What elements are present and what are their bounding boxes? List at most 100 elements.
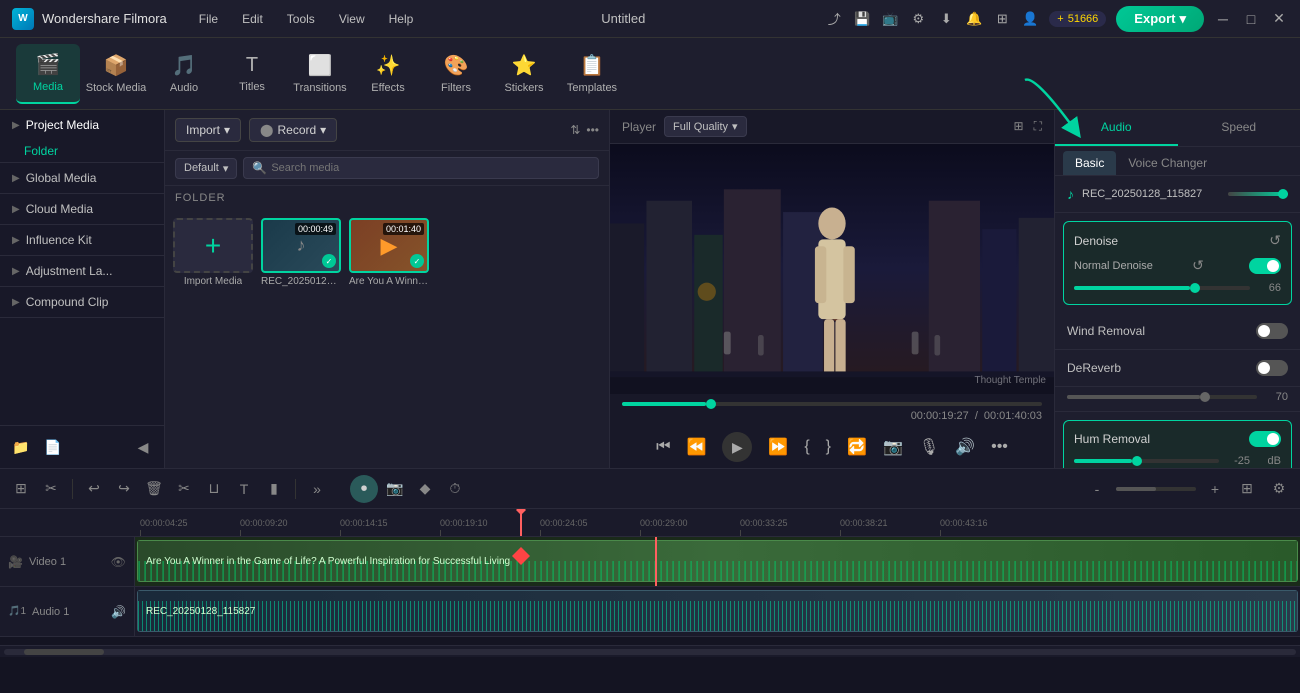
download-icon[interactable]: ⬇ — [937, 10, 955, 28]
record-button[interactable]: ⬤ Record ▾ — [249, 118, 337, 142]
timeline-more-icon[interactable]: » — [304, 476, 330, 502]
hum-removal-slider[interactable] — [1074, 459, 1219, 463]
denoise-slider[interactable] — [1074, 286, 1250, 290]
timeline-undo-icon[interactable]: ↩ — [81, 476, 107, 502]
toolbar-effects[interactable]: ✨ Effects — [356, 44, 420, 104]
folder-item[interactable]: Folder — [0, 140, 164, 162]
wind-removal-toggle[interactable] — [1256, 323, 1288, 339]
subtab-basic[interactable]: Basic — [1063, 151, 1116, 175]
new-item-icon[interactable]: 📄 — [40, 434, 66, 460]
tab-speed[interactable]: Speed — [1178, 110, 1300, 146]
menu-edit[interactable]: Edit — [234, 8, 271, 30]
progress-bar[interactable] — [622, 402, 1042, 406]
minimize-button[interactable]: ─ — [1214, 10, 1232, 28]
grid-view-icon[interactable]: ⊞ — [1014, 119, 1024, 134]
next-frame-icon[interactable]: ⏩ — [768, 437, 788, 457]
play-button[interactable]: ▶ — [722, 432, 752, 462]
new-folder-icon[interactable]: 📁 — [8, 434, 34, 460]
toolbar-audio[interactable]: 🎵 Audio — [152, 44, 216, 104]
zoom-out-icon[interactable]: - — [1084, 476, 1110, 502]
menu-help[interactable]: Help — [381, 8, 422, 30]
eye-icon[interactable]: 👁 — [111, 555, 126, 569]
zoom-slider[interactable] — [1116, 487, 1196, 491]
timeline-snapshot-icon[interactable]: 📷 — [382, 476, 408, 502]
mark-in-icon[interactable]: { — [804, 438, 809, 456]
settings-tl-icon[interactable]: ⚙ — [1266, 476, 1292, 502]
hum-removal-toggle[interactable] — [1249, 431, 1281, 447]
scroll-thumb[interactable] — [24, 649, 104, 655]
track-volume-slider[interactable] — [1228, 192, 1288, 196]
share-icon[interactable]: ⤴ — [825, 10, 843, 28]
de-reverb-toggle[interactable] — [1256, 360, 1288, 376]
compound-clip-header[interactable]: ▶ Compound Clip — [0, 287, 164, 317]
toolbar-media[interactable]: 🎬 Media — [16, 44, 80, 104]
volume-icon[interactable]: 🔊 — [955, 437, 975, 457]
screen-icon[interactable]: 📺 — [881, 10, 899, 28]
subtab-voice-changer[interactable]: Voice Changer — [1116, 151, 1219, 175]
timeline-copy-icon[interactable]: ⊔ — [201, 476, 227, 502]
zoom-in-icon[interactable]: + — [1202, 476, 1228, 502]
record-circle-btn[interactable]: ⏺ — [350, 475, 378, 503]
avatar[interactable]: 👤 — [1021, 10, 1039, 28]
project-media-header[interactable]: ▶ Project Media — [0, 110, 164, 140]
voiceover-icon[interactable]: 🎙 — [919, 437, 939, 457]
timeline-speed-icon[interactable]: ⏱ — [442, 476, 468, 502]
video-media-item[interactable]: 00:01:40 ▶ ✓ Are You A Winner int... — [349, 218, 429, 287]
more-ctrl-icon[interactable]: ••• — [991, 438, 1008, 456]
denoise-reset-icon[interactable]: ↺ — [1269, 232, 1281, 249]
maximize-button[interactable]: □ — [1242, 10, 1260, 28]
mute-icon[interactable]: 🔊 — [111, 605, 126, 619]
collapse-panel-icon[interactable]: ◀ — [130, 434, 156, 460]
close-button[interactable]: ✕ — [1270, 10, 1288, 28]
timeline-text-icon[interactable]: T — [231, 476, 257, 502]
scroll-track[interactable] — [4, 649, 1296, 655]
audio-clip[interactable]: REC_20250128_115827 — [137, 590, 1298, 632]
notification-icon[interactable]: 🔔 — [965, 10, 983, 28]
export-button[interactable]: Export ▾ — [1116, 6, 1204, 32]
global-media-header[interactable]: ▶ Global Media — [0, 163, 164, 193]
toolbar-titles[interactable]: T Titles — [220, 44, 284, 104]
settings-icon[interactable]: ⚙ — [909, 10, 927, 28]
normal-denoise-reset-icon[interactable]: ↺ — [1192, 257, 1204, 274]
prev-frame-icon[interactable]: ⏪ — [686, 437, 706, 457]
influence-kit-header[interactable]: ▶ Influence Kit — [0, 225, 164, 255]
save-icon[interactable]: 💾 — [853, 10, 871, 28]
import-button[interactable]: Import ▾ — [175, 118, 241, 142]
toolbar-filters[interactable]: 🎨 Filters — [424, 44, 488, 104]
cloud-media-header[interactable]: ▶ Cloud Media — [0, 194, 164, 224]
sort-icon[interactable]: ⇅ — [570, 123, 580, 137]
timeline-keyframe-icon[interactable]: ◆ — [412, 476, 438, 502]
search-input[interactable] — [271, 162, 590, 174]
fullscreen-icon[interactable]: ⛶ — [1034, 119, 1042, 134]
apps-icon[interactable]: ⊞ — [993, 10, 1011, 28]
adjustment-header[interactable]: ▶ Adjustment La... — [0, 256, 164, 286]
toolbar-transitions[interactable]: ⬜ Transitions — [288, 44, 352, 104]
toolbar-templates[interactable]: 📋 Templates — [560, 44, 624, 104]
menu-file[interactable]: File — [191, 8, 226, 30]
menu-tools[interactable]: Tools — [279, 8, 323, 30]
video-clip[interactable]: Are You A Winner in the Game of Life? A … — [137, 540, 1298, 582]
grid-icon[interactable]: ⊞ — [1234, 476, 1260, 502]
toolbar-stickers[interactable]: ⭐ Stickers — [492, 44, 556, 104]
menu-view[interactable]: View — [331, 8, 373, 30]
loop-icon[interactable]: 🔁 — [847, 437, 867, 457]
normal-denoise-toggle[interactable] — [1249, 258, 1281, 274]
snapshot-icon[interactable]: 📷 — [883, 437, 903, 457]
tab-audio[interactable]: Audio — [1055, 110, 1178, 146]
mark-out-icon[interactable]: } — [826, 438, 831, 456]
timeline-cut-icon[interactable]: ✂ — [171, 476, 197, 502]
coins-badge[interactable]: + 51666 — [1049, 11, 1106, 27]
timeline-group-icon[interactable]: ⊞ — [8, 476, 34, 502]
timeline-delete-icon[interactable]: 🗑 — [141, 476, 167, 502]
quality-select[interactable]: Full Quality ▾ — [664, 116, 747, 137]
skip-back-icon[interactable]: ⏮ — [656, 438, 670, 456]
timeline-redo-icon[interactable]: ↪ — [111, 476, 137, 502]
de-reverb-slider[interactable] — [1067, 395, 1257, 399]
default-select[interactable]: Default ▾ — [175, 158, 237, 179]
more-icon[interactable]: ••• — [586, 123, 599, 137]
timeline-scissors-icon[interactable]: ✂ — [38, 476, 64, 502]
timeline-split-icon[interactable]: ▮ — [261, 476, 287, 502]
toolbar-stock-media[interactable]: 📦 Stock Media — [84, 44, 148, 104]
rec-media-item[interactable]: 00:00:49 ♪ ✓ REC_20250128_115827 — [261, 218, 341, 287]
import-media-item[interactable]: + Import Media — [173, 218, 253, 287]
